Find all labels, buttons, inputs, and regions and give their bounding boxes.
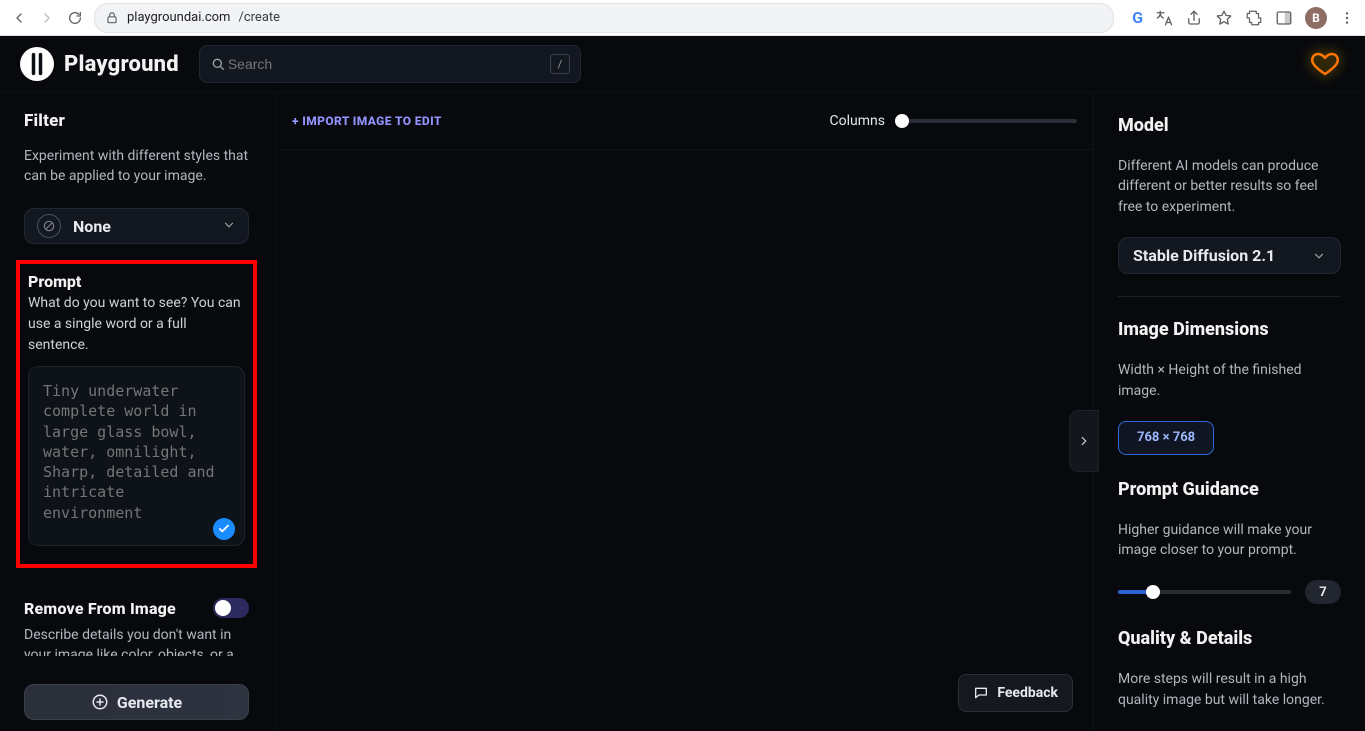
check-icon (213, 518, 235, 540)
url-path: /create (238, 10, 280, 25)
model-title: Model (1118, 115, 1341, 136)
columns-label: Columns (830, 113, 885, 129)
remove-toggle[interactable] (213, 598, 249, 618)
columns-track[interactable] (897, 119, 1077, 123)
generate-button[interactable]: Generate (24, 684, 249, 720)
divider (1118, 296, 1341, 297)
filter-select[interactable]: None (24, 208, 249, 244)
filter-title: Filter (24, 111, 249, 131)
right-edge-toggle[interactable] (1069, 410, 1099, 472)
columns-slider[interactable]: Columns (830, 113, 1077, 129)
translate-icon[interactable] (1155, 9, 1173, 27)
remove-subtitle: Describe details you don't want in your … (24, 626, 249, 656)
prompt-section: Prompt What do you want to see? You can … (16, 260, 257, 568)
search-input[interactable] (226, 55, 550, 73)
guidance-subtitle: Higher guidance will make your image clo… (1118, 520, 1341, 561)
reload-button[interactable] (66, 9, 84, 27)
share-icon[interactable] (1185, 9, 1203, 27)
kebab-menu-icon[interactable] (1339, 10, 1355, 26)
star-icon[interactable] (1215, 9, 1233, 27)
url-host: playgroundai.com (127, 10, 230, 25)
columns-thumb[interactable] (895, 114, 909, 128)
model-selected-label: Stable Diffusion 2.1 (1133, 246, 1275, 265)
dimensions-title: Image Dimensions (1118, 319, 1341, 340)
quality-title: Quality & Details (1118, 628, 1341, 649)
logo-mark-icon (20, 47, 54, 81)
search-bar[interactable]: / (199, 45, 581, 83)
prompt-textarea[interactable] (28, 366, 245, 546)
plus-circle-icon (91, 693, 109, 711)
sidepanel-icon[interactable] (1275, 9, 1293, 27)
heart-icon[interactable] (1305, 46, 1345, 82)
import-image-link[interactable]: + IMPORT IMAGE TO EDIT (292, 114, 442, 128)
google-icon[interactable]: G (1132, 8, 1143, 27)
browser-chrome: playgroundai.com/create G B (0, 0, 1365, 36)
filter-subtitle: Experiment with different styles that ca… (24, 147, 249, 186)
guidance-track[interactable] (1118, 590, 1291, 594)
dimensions-chip[interactable]: 768 × 768 (1118, 421, 1214, 455)
guidance-value: 7 (1305, 580, 1341, 604)
left-panel: Filter Experiment with different styles … (0, 93, 276, 731)
chevron-down-icon (1312, 249, 1326, 263)
quality-subtitle: More steps will result in a high quality… (1118, 669, 1341, 710)
prompt-subtitle: What do you want to see? You can use a s… (28, 293, 245, 356)
model-select[interactable]: Stable Diffusion 2.1 (1118, 237, 1341, 274)
extensions-icon[interactable] (1245, 9, 1263, 27)
filter-selected-label: None (73, 217, 111, 236)
guidance-title: Prompt Guidance (1118, 479, 1341, 500)
back-button[interactable] (10, 9, 28, 27)
canvas-area: + IMPORT IMAGE TO EDIT Columns (276, 93, 1093, 731)
browser-actions: G B (1132, 7, 1355, 29)
address-bar[interactable]: playgroundai.com/create (94, 3, 1114, 33)
app-logo[interactable]: Playground (20, 47, 179, 81)
chat-icon (973, 685, 989, 701)
feedback-button[interactable]: Feedback (958, 674, 1073, 712)
profile-avatar[interactable]: B (1305, 7, 1327, 29)
guidance-thumb[interactable] (1146, 585, 1160, 599)
guidance-slider[interactable]: 7 (1118, 580, 1341, 604)
app-name: Playground (64, 52, 179, 77)
dimensions-subtitle: Width × Height of the finished image. (1118, 360, 1341, 401)
search-shortcut: / (550, 54, 570, 74)
forward-button[interactable] (38, 9, 56, 27)
remove-title: Remove From Image (24, 599, 176, 618)
prompt-title: Prompt (28, 272, 245, 291)
lock-icon (105, 11, 119, 25)
model-subtitle: Different AI models can produce differen… (1118, 156, 1341, 217)
right-panel: Model Different AI models can produce di… (1093, 93, 1365, 731)
search-icon (210, 56, 226, 72)
none-icon (37, 214, 61, 238)
chevron-down-icon (222, 217, 236, 236)
